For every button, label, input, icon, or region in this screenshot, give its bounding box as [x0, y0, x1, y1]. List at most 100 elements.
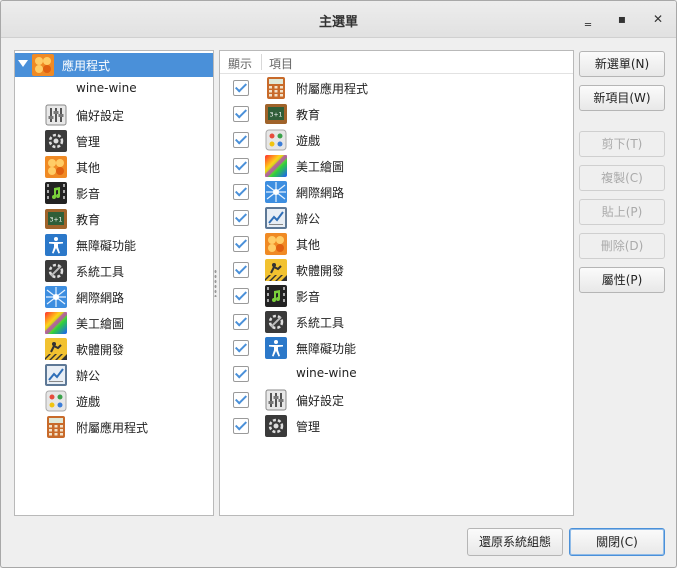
close-window-button[interactable]: ✕	[649, 10, 667, 28]
show-checkbox[interactable]	[233, 340, 249, 356]
tree-item[interactable]: 軟體開發	[15, 337, 213, 361]
list-item-label: 系統工具	[296, 316, 345, 330]
other-icon	[45, 156, 67, 178]
revert-button[interactable]: 還原系統組態	[467, 528, 563, 556]
list-item[interactable]: 管理	[220, 413, 573, 439]
other-icon	[265, 233, 287, 255]
games-icon	[45, 390, 67, 412]
tree-item[interactable]: 系統工具	[15, 259, 213, 283]
menu-tree[interactable]: 應用程式 wine-wine 偏好設定管理其他影音 3+1 教育無障礙功能系統工具網際網…	[14, 50, 214, 516]
list-item-label: 無障礙功能	[296, 342, 357, 356]
pane-resize-handle[interactable]	[214, 269, 217, 297]
show-checkbox[interactable]	[233, 80, 249, 96]
list-item[interactable]: 美工繪圖	[220, 153, 573, 179]
show-checkbox[interactable]	[233, 184, 249, 200]
show-checkbox[interactable]	[233, 262, 249, 278]
show-checkbox[interactable]	[233, 288, 249, 304]
list-item-label: 遊戲	[296, 134, 321, 148]
maximize-button[interactable]: ▪	[613, 10, 631, 28]
column-separator	[261, 54, 262, 70]
tree-item-label: 辦公	[76, 369, 101, 383]
tree-item[interactable]: 無障礙功能	[15, 233, 213, 257]
list-item-label: 教育	[296, 108, 321, 122]
list-item[interactable]: 附屬應用程式	[220, 75, 573, 101]
list-item[interactable]: 辦公	[220, 205, 573, 231]
side-button-1[interactable]: 新項目(W)	[579, 85, 665, 111]
show-checkbox[interactable]	[233, 106, 249, 122]
list-item-label: wine-wine	[296, 366, 357, 380]
tree-item[interactable]: 辦公	[15, 363, 213, 387]
tree-item-label: 其他	[76, 161, 101, 175]
list-item[interactable]: 3+1 教育	[220, 101, 573, 127]
show-checkbox[interactable]	[233, 392, 249, 408]
tree-item-label: 無障礙功能	[76, 239, 137, 253]
side-button-5[interactable]: 刪除(D)	[579, 233, 665, 259]
show-checkbox[interactable]	[233, 132, 249, 148]
show-checkbox[interactable]	[233, 158, 249, 174]
tree-item-label: 教育	[76, 213, 101, 227]
blank-icon	[45, 78, 67, 100]
list-item[interactable]: 遊戲	[220, 127, 573, 153]
tree-item[interactable]: 3+1 教育	[15, 207, 213, 231]
preferences-icon	[265, 389, 287, 411]
tree-item[interactable]: 遊戲	[15, 389, 213, 413]
show-checkbox[interactable]	[233, 366, 249, 382]
expander-down-icon[interactable]	[18, 60, 28, 67]
tree-item-label: 偏好設定	[76, 109, 125, 123]
list-item[interactable]: 網際網路	[220, 179, 573, 205]
main-menu-window: 主選單 ‗ ▪ ✕ 應用程式 wine-wine 偏好設定 管理 其他 影音 3+1 教育 無障…	[0, 0, 677, 568]
list-item[interactable]: 無障礙功能	[220, 335, 573, 361]
list-item-label: 附屬應用程式	[296, 82, 369, 96]
tree-item[interactable]: 影音	[15, 181, 213, 205]
svg-text:3+1: 3+1	[270, 112, 283, 119]
tree-item-label: 附屬應用程式	[76, 421, 149, 435]
list-item-label: 偏好設定	[296, 394, 345, 408]
administration-icon	[265, 415, 287, 437]
show-checkbox[interactable]	[233, 314, 249, 330]
side-button-0[interactable]: 新選單(N)	[579, 51, 665, 77]
education-icon: 3+1	[45, 208, 67, 230]
education-icon: 3+1	[265, 103, 287, 125]
tree-item[interactable]: 偏好設定	[15, 103, 213, 127]
tree-item-label: 管理	[76, 135, 101, 149]
graphics-icon	[45, 312, 67, 334]
list-item[interactable]: 軟體開發	[220, 257, 573, 283]
side-button-6[interactable]: 屬性(P)	[579, 267, 665, 293]
side-button-2[interactable]: 剪下(T)	[579, 131, 665, 157]
menu-items-list[interactable]: 顯示 項目 附屬應用程式 3+1 教育遊戲美工繪圖 網際網路 辦公 其他軟體開發影音系統工…	[219, 50, 574, 516]
tree-item-label: 影音	[76, 187, 101, 201]
tree-item-applications[interactable]: 應用程式	[15, 53, 213, 77]
tree-item[interactable]: 網際網路	[15, 285, 213, 309]
title-bar[interactable]: 主選單 ‗ ▪ ✕	[1, 1, 676, 38]
close-button[interactable]: 關閉(C)	[569, 528, 665, 556]
side-button-3[interactable]: 複製(C)	[579, 165, 665, 191]
tree-item[interactable]: 附屬應用程式	[15, 415, 213, 439]
office-icon	[45, 364, 67, 386]
side-button-4[interactable]: 貼上(P)	[579, 199, 665, 225]
show-checkbox[interactable]	[233, 210, 249, 226]
list-item-label: 軟體開發	[296, 264, 345, 278]
tree-item[interactable]: 其他	[15, 155, 213, 179]
development-icon	[45, 338, 67, 360]
svg-text:3+1: 3+1	[50, 217, 63, 224]
tree-item[interactable]: wine-wine	[15, 77, 213, 101]
show-checkbox[interactable]	[233, 418, 249, 434]
column-header-item[interactable]: 項目	[269, 55, 293, 72]
graphics-icon	[265, 155, 287, 177]
list-item[interactable]: 偏好設定	[220, 387, 573, 413]
list-item[interactable]: 其他	[220, 231, 573, 257]
list-header: 顯示 項目	[220, 51, 573, 74]
show-checkbox[interactable]	[233, 236, 249, 252]
minimize-button[interactable]: ‗	[579, 10, 597, 28]
system-tools-icon	[265, 311, 287, 333]
column-header-show[interactable]: 顯示	[228, 55, 252, 72]
list-item[interactable]: 影音	[220, 283, 573, 309]
tree-item[interactable]: 美工繪圖	[15, 311, 213, 335]
tree-item[interactable]: 管理	[15, 129, 213, 153]
tree-item-label: wine-wine	[76, 81, 137, 95]
tree-item-label: 網際網路	[76, 291, 125, 305]
list-item-label: 管理	[296, 420, 321, 434]
list-item[interactable]: 系統工具	[220, 309, 573, 335]
list-item[interactable]: wine-wine	[220, 361, 573, 387]
tree-item-label: 美工繪圖	[76, 317, 125, 331]
